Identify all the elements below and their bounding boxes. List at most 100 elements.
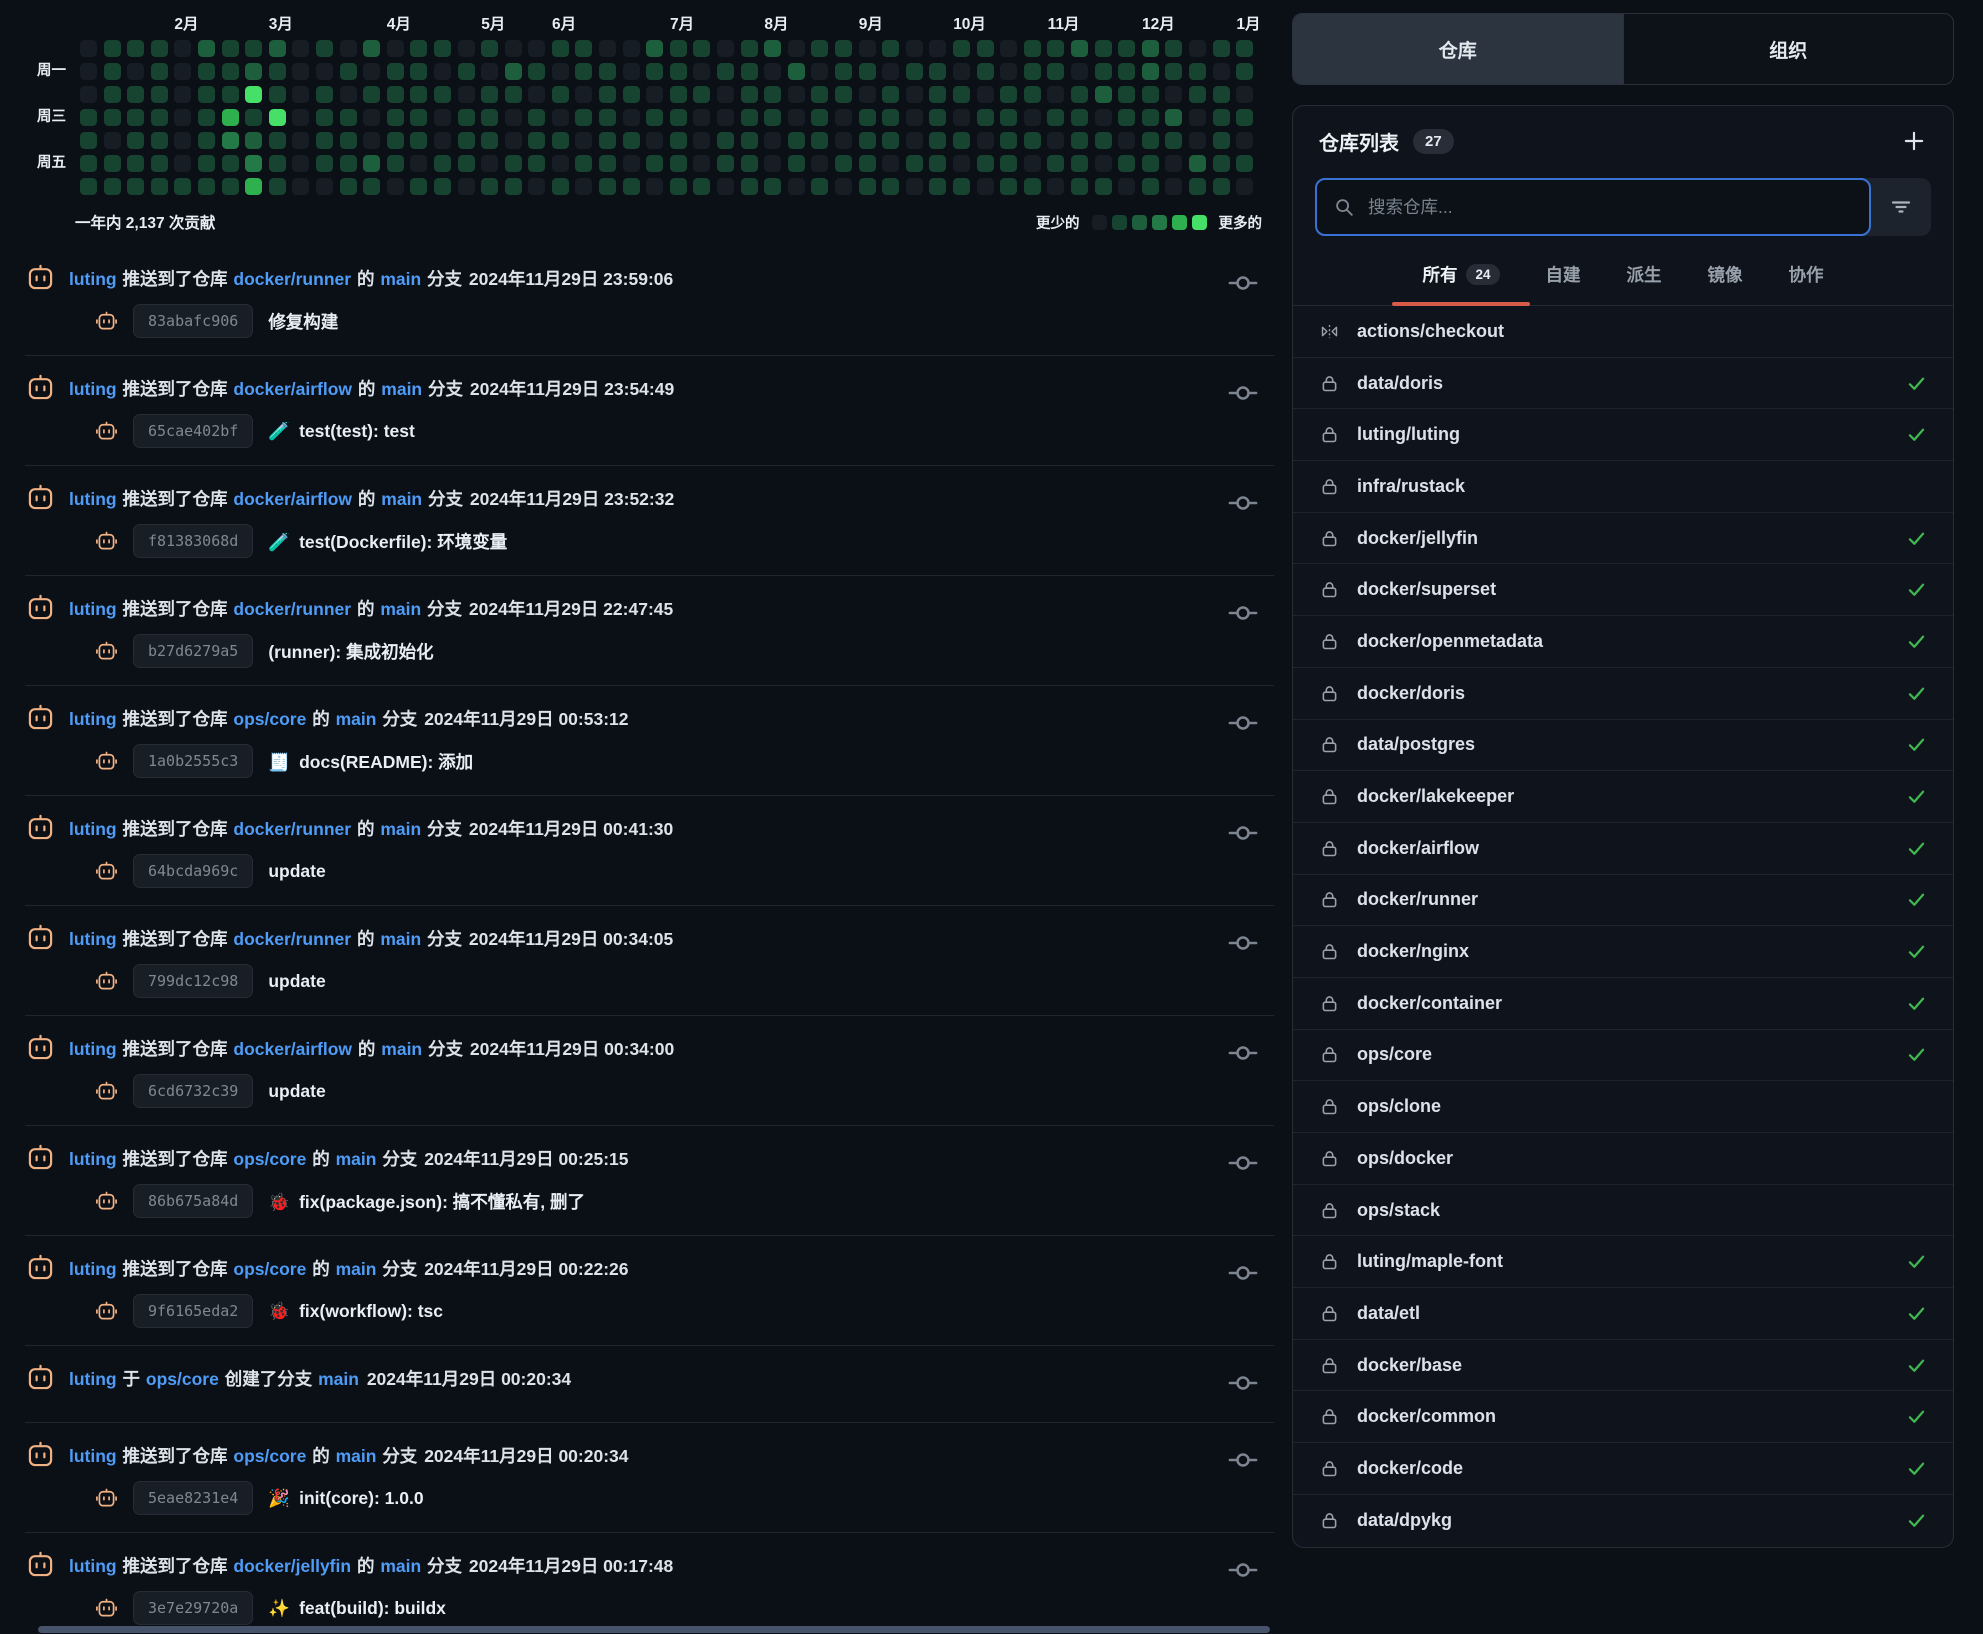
repo-list-item[interactable]: docker/runner (1293, 875, 1953, 927)
repo-link[interactable]: docker/runner (233, 269, 351, 289)
add-repo-button[interactable] (1901, 128, 1927, 154)
repo-list-item[interactable]: infra/rustack (1293, 461, 1953, 513)
branch-link[interactable]: main (336, 1259, 377, 1279)
commit-hash-badge[interactable]: 3e7e29720a (133, 1591, 253, 1625)
commit-hash-badge[interactable]: 64bcda969c (133, 854, 253, 888)
robot-avatar-icon[interactable] (25, 373, 56, 404)
repo-list-item[interactable]: data/postgres (1293, 720, 1953, 772)
robot-avatar-icon[interactable] (25, 1253, 56, 1284)
git-commit-icon[interactable] (1228, 598, 1258, 628)
horizontal-scrollbar-thumb[interactable] (38, 1626, 1270, 1633)
commit-hash-badge[interactable]: 5eae8231e4 (133, 1481, 253, 1515)
robot-avatar-icon[interactable] (25, 483, 56, 514)
repo-list-item[interactable]: docker/common (1293, 1391, 1953, 1443)
repo-list-item[interactable]: luting/luting (1293, 409, 1953, 461)
commit-hash-badge[interactable]: 9f6165eda2 (133, 1294, 253, 1328)
user-link[interactable]: luting (69, 269, 117, 289)
branch-link[interactable]: main (380, 819, 421, 839)
commit-hash-badge[interactable]: 6cd6732c39 (133, 1074, 253, 1108)
user-link[interactable]: luting (69, 819, 117, 839)
commit-hash-badge[interactable]: 83abafc906 (133, 304, 253, 338)
repo-link[interactable]: docker/runner (233, 599, 351, 619)
repo-filter-tab[interactable]: 协作 (1789, 244, 1824, 305)
repo-list-item[interactable]: luting/maple-font (1293, 1236, 1953, 1288)
robot-avatar-icon[interactable] (25, 593, 56, 624)
repo-list-item[interactable]: docker/jellyfin (1293, 513, 1953, 565)
repo-list-item[interactable]: ops/core (1293, 1030, 1953, 1082)
commit-hash-badge[interactable]: 86b675a84d (133, 1184, 253, 1218)
branch-link[interactable]: main (380, 599, 421, 619)
git-commit-icon[interactable] (1228, 818, 1258, 848)
user-link[interactable]: luting (69, 1259, 117, 1279)
user-link[interactable]: luting (69, 1446, 117, 1466)
repo-list-item[interactable]: docker/nginx (1293, 926, 1953, 978)
git-commit-icon[interactable] (1228, 1445, 1258, 1475)
repo-link[interactable]: docker/jellyfin (233, 1556, 351, 1576)
git-commit-icon[interactable] (1228, 378, 1258, 408)
repo-list-item[interactable]: data/doris (1293, 358, 1953, 410)
robot-avatar-icon[interactable] (25, 703, 56, 734)
repo-list-item[interactable]: data/etl (1293, 1288, 1953, 1340)
repo-link[interactable]: ops/core (233, 709, 306, 729)
user-link[interactable]: luting (69, 1039, 117, 1059)
repo-link[interactable]: ops/core (233, 1149, 306, 1169)
repo-list-item[interactable]: ops/stack (1293, 1185, 1953, 1237)
user-link[interactable]: luting (69, 599, 117, 619)
commit-hash-badge[interactable]: b27d6279a5 (133, 634, 253, 668)
repo-link[interactable]: docker/runner (233, 929, 351, 949)
branch-link[interactable]: main (380, 1556, 421, 1576)
git-commit-icon[interactable] (1228, 488, 1258, 518)
commit-hash-badge[interactable]: 1a0b2555c3 (133, 744, 253, 778)
robot-avatar-icon[interactable] (25, 923, 56, 954)
repo-list-item[interactable]: docker/lakekeeper (1293, 771, 1953, 823)
branch-link[interactable]: main (336, 1149, 377, 1169)
repo-list-item[interactable]: docker/openmetadata (1293, 616, 1953, 668)
branch-link[interactable]: main (336, 1446, 377, 1466)
robot-avatar-icon[interactable] (25, 1143, 56, 1174)
repo-list-item[interactable]: docker/airflow (1293, 823, 1953, 875)
repo-list-item[interactable]: docker/container (1293, 978, 1953, 1030)
commit-hash-badge[interactable]: f81383068d (133, 524, 253, 558)
repo-link[interactable]: docker/runner (233, 819, 351, 839)
repo-link[interactable]: docker/airflow (233, 1039, 352, 1059)
branch-link[interactable]: main (381, 379, 422, 399)
user-link[interactable]: luting (69, 1556, 117, 1576)
repo-list-item[interactable]: docker/superset (1293, 564, 1953, 616)
branch-link[interactable]: main (380, 929, 421, 949)
git-commit-icon[interactable] (1228, 268, 1258, 298)
tab-organizations[interactable]: 组织 (1623, 14, 1954, 84)
repo-link[interactable]: ops/core (233, 1446, 306, 1466)
commit-hash-badge[interactable]: 799dc12c98 (133, 964, 253, 998)
user-link[interactable]: luting (69, 929, 117, 949)
user-link[interactable]: luting (69, 1149, 117, 1169)
repo-filter-tab[interactable]: 派生 (1627, 244, 1662, 305)
branch-link[interactable]: main (381, 489, 422, 509)
user-link[interactable]: luting (69, 489, 117, 509)
user-link[interactable]: luting (69, 379, 117, 399)
git-commit-icon[interactable] (1228, 708, 1258, 738)
git-commit-icon[interactable] (1228, 928, 1258, 958)
repo-filter-tab[interactable]: 镜像 (1708, 244, 1743, 305)
repo-filter-tab[interactable]: 自建 (1546, 244, 1581, 305)
user-link[interactable]: luting (69, 709, 117, 729)
repo-list-item[interactable]: ops/clone (1293, 1081, 1953, 1133)
robot-avatar-icon[interactable] (25, 813, 56, 844)
robot-avatar-icon[interactable] (25, 1033, 56, 1064)
tab-repositories[interactable]: 仓库 (1293, 14, 1623, 84)
git-commit-icon[interactable] (1228, 1368, 1258, 1398)
branch-link[interactable]: main (381, 1039, 422, 1059)
repo-list-item[interactable]: data/dpykg (1293, 1495, 1953, 1547)
branch-link[interactable]: main (380, 269, 421, 289)
repo-search-input[interactable] (1368, 197, 1853, 218)
git-commit-icon[interactable] (1228, 1258, 1258, 1288)
commit-hash-badge[interactable]: 65cae402bf (133, 414, 253, 448)
repo-link[interactable]: ops/core (146, 1369, 219, 1389)
repo-link[interactable]: docker/airflow (233, 379, 352, 399)
repo-list-item[interactable]: docker/code (1293, 1443, 1953, 1495)
repo-link[interactable]: docker/airflow (233, 489, 352, 509)
repo-list-item[interactable]: docker/doris (1293, 668, 1953, 720)
git-commit-icon[interactable] (1228, 1148, 1258, 1178)
branch-link[interactable]: main (318, 1369, 359, 1389)
user-link[interactable]: luting (69, 1369, 117, 1389)
repo-list-item[interactable]: actions/checkout (1293, 306, 1953, 358)
